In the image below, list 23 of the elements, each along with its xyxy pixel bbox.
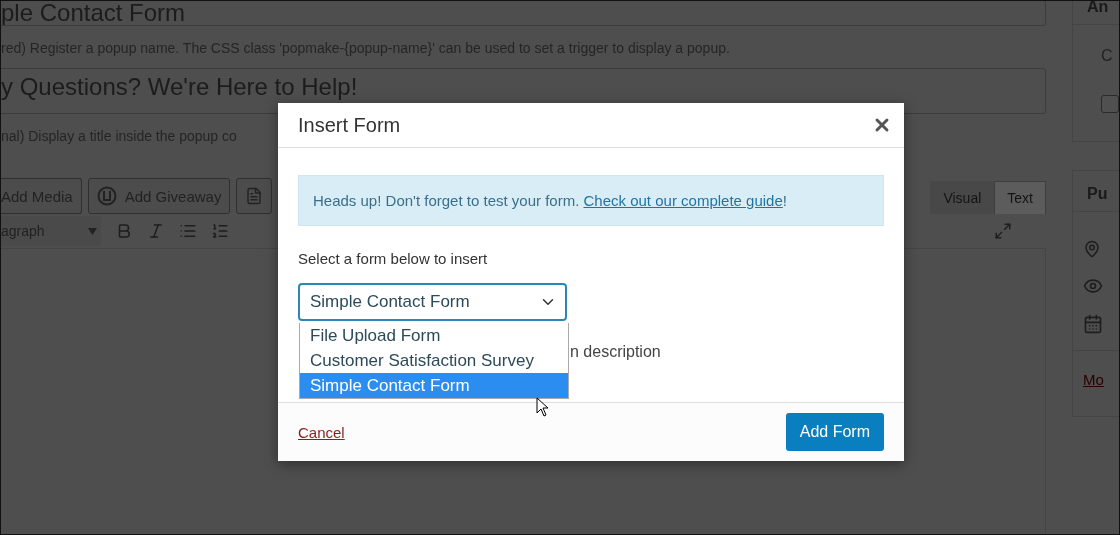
italic-icon[interactable]	[147, 222, 165, 240]
editor-tab[interactable]: Text	[994, 181, 1046, 214]
document-icon	[245, 187, 264, 205]
description-label: n description	[570, 343, 661, 361]
select-label: Select a form below to insert	[298, 250, 489, 267]
dialog-title: Insert Form	[298, 113, 401, 137]
add-form-button[interactable]: Add Form	[785, 413, 884, 451]
guide-link[interactable]: Check out our complete guide	[583, 192, 783, 209]
badge-icon	[96, 186, 117, 206]
panel-link[interactable]: Mo	[1073, 351, 1119, 416]
eye-icon	[1083, 276, 1103, 296]
dropdown-option[interactable]: Simple Contact Form	[300, 373, 568, 398]
form-select[interactable]: Simple Contact Form	[298, 283, 567, 321]
cancel-link[interactable]: Cancel	[298, 423, 345, 441]
notice-text: Heads up! Don't forget to test your form. Check out our complete guide!	[298, 175, 884, 226]
add-form-media-button[interactable]	[236, 178, 273, 214]
caret-icon	[88, 227, 97, 235]
pin-icon	[1083, 240, 1101, 258]
calendar-icon	[1083, 314, 1103, 334]
numbered-list-icon[interactable]	[211, 222, 229, 240]
checkbox[interactable]	[1101, 95, 1119, 113]
fullscreen-icon[interactable]	[994, 222, 1012, 240]
bullet-list-icon[interactable]	[179, 222, 197, 240]
